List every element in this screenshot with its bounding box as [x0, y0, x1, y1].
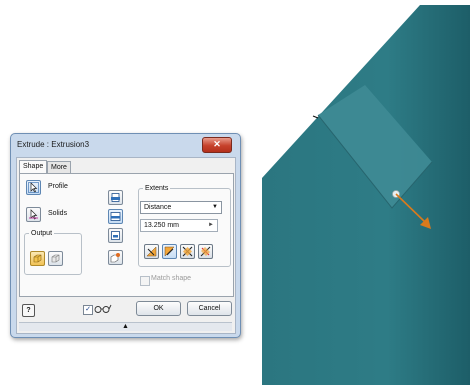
close-button[interactable]: ✕	[202, 137, 232, 153]
surface-output-icon	[51, 254, 60, 263]
direction-1-button[interactable]	[144, 244, 159, 259]
extents-type-select[interactable]: Distance ▼	[140, 201, 222, 214]
match-shape-checkbox[interactable]	[140, 276, 150, 286]
expand-up-icon: ▲	[122, 323, 129, 330]
profile-label: Profile	[48, 183, 68, 190]
new-solid-icon	[110, 253, 120, 263]
join-icon	[111, 193, 120, 202]
preview-checkbox[interactable]: ✓	[83, 305, 93, 315]
intersect-icon	[111, 231, 120, 240]
direction-2-button[interactable]	[162, 244, 177, 259]
chevron-down-icon: ▼	[212, 204, 218, 210]
part-body[interactable]	[262, 5, 470, 385]
cut-button[interactable]	[108, 209, 123, 224]
output-label: Output	[31, 230, 53, 237]
new-solid-button[interactable]	[108, 250, 123, 265]
symmetric-button[interactable]	[180, 244, 195, 259]
solid-output-icon	[33, 254, 42, 263]
profile-button[interactable]	[26, 180, 41, 195]
solids-label: Solids	[48, 210, 68, 217]
window-title: Extrude : Extrusion3	[17, 140, 90, 149]
glasses-icon	[94, 304, 112, 313]
extents-label: Extents	[145, 185, 169, 192]
intersect-button[interactable]	[108, 228, 123, 243]
direction-1-icon	[146, 246, 157, 257]
shape-tab-panel: Profile Solids Output Extents Distance ▼…	[19, 173, 234, 297]
symmetric-icon	[182, 246, 193, 257]
solids-button[interactable]	[26, 207, 41, 222]
direction-2-icon	[164, 246, 175, 257]
output-solid-button[interactable]	[30, 251, 45, 266]
cursor-solids-icon	[29, 209, 38, 220]
distance-input[interactable]: 13.250 mm ►	[140, 219, 218, 232]
distance-value: 13.250 mm	[144, 222, 180, 229]
extents-type-value: Distance	[144, 204, 172, 211]
chevron-right-icon: ►	[208, 222, 214, 228]
tab-shape[interactable]: Shape	[19, 160, 48, 173]
output-surface-button[interactable]	[48, 251, 63, 266]
cursor-profile-icon	[28, 182, 39, 193]
ok-button[interactable]: OK	[136, 301, 181, 316]
help-button[interactable]: ?	[22, 304, 35, 317]
dialog-body: Shape More Profile Solids Output Extents…	[16, 157, 236, 334]
join-button[interactable]	[108, 190, 123, 205]
match-shape-label: Match shape	[151, 275, 192, 282]
cut-icon	[110, 212, 121, 221]
asymmetric-button[interactable]	[198, 244, 213, 259]
dialog-expander[interactable]: ▲	[19, 322, 232, 331]
help-icon: ?	[26, 307, 31, 314]
tab-more[interactable]: More	[47, 161, 71, 173]
extrude-dialog: Extrude : Extrusion3 ✕ Shape More Profil…	[10, 133, 241, 338]
cancel-button[interactable]: Cancel	[187, 301, 232, 316]
close-icon: ✕	[213, 139, 221, 149]
asymmetric-icon	[200, 246, 211, 257]
checkmark-icon: ✓	[85, 306, 91, 313]
title-bar[interactable]: Extrude : Extrusion3 ✕	[11, 134, 240, 154]
edge-tick	[312, 115, 319, 119]
